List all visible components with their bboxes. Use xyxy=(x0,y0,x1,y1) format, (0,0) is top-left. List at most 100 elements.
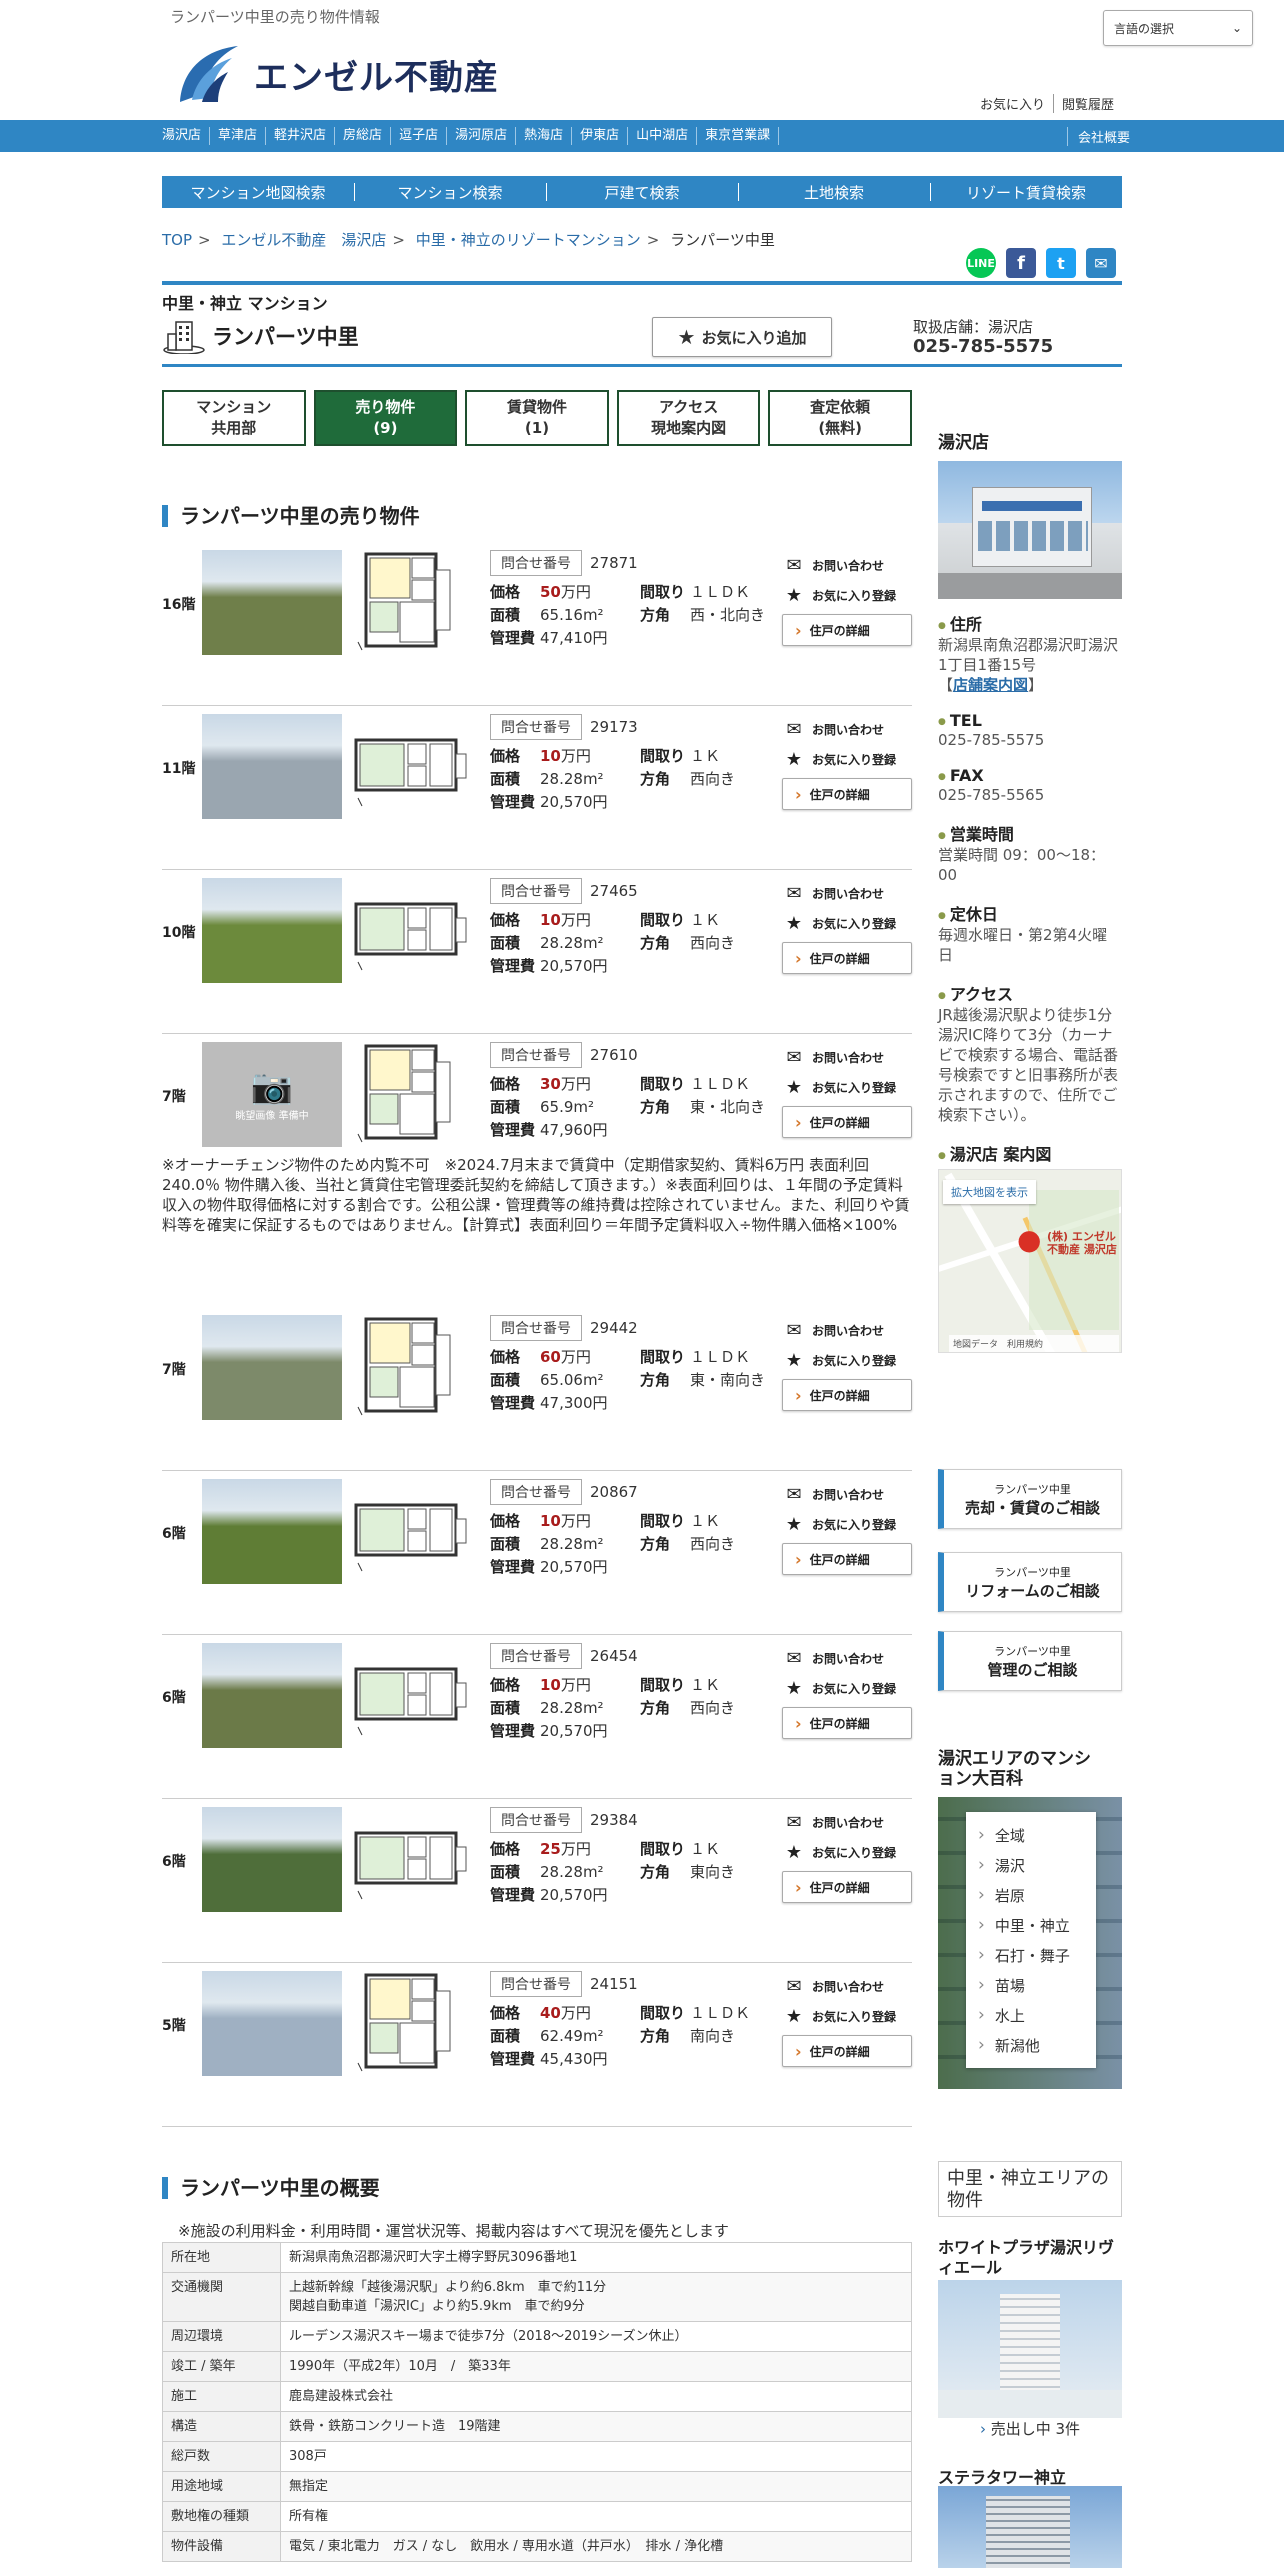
view-photo[interactable] xyxy=(202,714,342,819)
area-link[interactable]: 全域 xyxy=(978,1820,1084,1850)
favorite-register-button[interactable]: ★ お気に入り登録 xyxy=(782,908,912,938)
view-photo[interactable] xyxy=(202,550,342,655)
breadcrumb-link[interactable]: エンゼル不動産 湯沢店 xyxy=(221,231,386,249)
favorite-register-button[interactable]: ★ お気に入り登録 xyxy=(782,1673,912,1703)
area-link[interactable]: 湯沢 xyxy=(978,1850,1084,1880)
site-logo[interactable]: エンゼル不動産 xyxy=(172,42,499,106)
area-link[interactable]: 新潟他 xyxy=(978,2030,1084,2060)
favorites-link[interactable]: お気に入り xyxy=(972,94,1053,113)
nav-store[interactable]: 山中湖店 xyxy=(628,127,698,145)
area-link[interactable]: 岩原 xyxy=(978,1880,1084,1910)
area-label: 面積 xyxy=(490,2027,521,2045)
unit-detail-button[interactable]: 住戸の詳細 xyxy=(782,1871,912,1903)
mail-share-icon[interactable]: ✉ xyxy=(1086,248,1116,278)
contact-button[interactable]: ✉ お問い合わせ xyxy=(782,714,912,744)
area-link[interactable]: 中里・神立 xyxy=(978,1910,1084,1940)
floor-plan-image[interactable] xyxy=(352,1479,470,1584)
view-photo[interactable] xyxy=(202,1643,342,1748)
unit-detail-button[interactable]: 住戸の詳細 xyxy=(782,2035,912,2067)
line-share-icon[interactable]: LINE xyxy=(966,248,996,278)
nearby-property-sale-count[interactable]: › 売出し中 3件 xyxy=(938,2418,1122,2439)
nav-store[interactable]: 東京営業課 xyxy=(697,127,780,145)
unit-detail-button[interactable]: 住戸の詳細 xyxy=(782,778,912,810)
nav-store[interactable]: 逗子店 xyxy=(391,127,448,145)
tab-appraisal[interactable]: 査定依頼 (無料) xyxy=(768,390,912,446)
favorite-register-button[interactable]: ★ お気に入り登録 xyxy=(782,2001,912,2031)
map-expand-link[interactable]: 拡大地図を表示 xyxy=(943,1180,1036,1204)
nav-store[interactable]: 湯河原店 xyxy=(447,127,517,145)
search-menu-item[interactable]: マンション検索 xyxy=(354,176,546,208)
company-link[interactable]: 会社概要 xyxy=(1066,126,1130,146)
unit-detail-button[interactable]: 住戸の詳細 xyxy=(782,1106,912,1138)
search-menu-item[interactable]: リゾート賃貸検索 xyxy=(930,176,1122,208)
view-photo[interactable]: 📷 眺望画像 準備中 xyxy=(202,1042,342,1147)
area-link[interactable]: 石打・舞子 xyxy=(978,1940,1084,1970)
nav-store[interactable]: 軽井沢店 xyxy=(266,127,336,145)
tel-value[interactable]: 025-785-5575 xyxy=(938,730,1122,750)
tab-access[interactable]: アクセス 現地案内図 xyxy=(616,390,761,446)
nearby-property-photo[interactable] xyxy=(938,2280,1122,2418)
contact-button[interactable]: ✉ お問い合わせ xyxy=(782,1971,912,2001)
tab-for-rent[interactable]: 賃貸物件 (1) xyxy=(465,390,609,446)
unit-detail-button[interactable]: 住戸の詳細 xyxy=(782,614,912,646)
breadcrumb-link[interactable]: TOP xyxy=(162,231,192,249)
contact-button[interactable]: ✉ お問い合わせ xyxy=(782,1315,912,1345)
nearby-property-photo[interactable] xyxy=(938,2486,1122,2568)
contact-button[interactable]: ✉ お問い合わせ xyxy=(782,1807,912,1837)
floor-plan-image[interactable] xyxy=(352,878,470,983)
contact-button[interactable]: ✉ お問い合わせ xyxy=(782,550,912,580)
reform-consult-button[interactable]: ランパーツ中里 リフォームのご相談 xyxy=(938,1552,1122,1612)
search-menu-item[interactable]: 土地検索 xyxy=(738,176,930,208)
area-link[interactable]: 水上 xyxy=(978,2000,1084,2030)
store-map-link[interactable]: 店舗案内図 xyxy=(953,676,1028,694)
contact-button[interactable]: ✉ お問い合わせ xyxy=(782,1042,912,1072)
nav-store[interactable]: 房総店 xyxy=(335,127,392,145)
tab-for-sale[interactable]: 売り物件 (9) xyxy=(313,390,458,446)
favorite-register-button[interactable]: ★ お気に入り登録 xyxy=(782,744,912,774)
tab-common-area[interactable]: マンション 共用部 xyxy=(162,390,306,446)
store-map[interactable]: 拡大地図を表示 ● (株) エンゼル不動産 湯沢店 地図データ 利用規約 xyxy=(938,1169,1122,1353)
view-photo[interactable] xyxy=(202,1971,342,2076)
language-select[interactable]: 言語の選択 ⌄ xyxy=(1103,10,1253,46)
unit-detail-button[interactable]: 住戸の詳細 xyxy=(782,1379,912,1411)
favorite-register-button[interactable]: ★ お気に入り登録 xyxy=(782,1072,912,1102)
view-photo[interactable] xyxy=(202,1479,342,1584)
facebook-share-icon[interactable]: f xyxy=(1006,248,1036,278)
history-link[interactable]: 閲覧履歴 xyxy=(1052,94,1122,113)
floor-plan-image[interactable] xyxy=(352,714,470,819)
favorite-register-button[interactable]: ★ お気に入り登録 xyxy=(782,1509,912,1539)
nav-store[interactable]: 熱海店 xyxy=(516,127,573,145)
search-menu-item[interactable]: 戸建て検索 xyxy=(546,176,738,208)
floor-plan-image[interactable] xyxy=(352,550,470,655)
twitter-share-icon[interactable]: t xyxy=(1046,248,1076,278)
sell-rent-consult-button[interactable]: ランパーツ中里 売却・賃貸のご相談 xyxy=(938,1469,1122,1529)
area-link[interactable]: 苗場 xyxy=(978,1970,1084,2000)
management-consult-button[interactable]: ランパーツ中里 管理のご相談 xyxy=(938,1631,1122,1691)
view-photo[interactable] xyxy=(202,878,342,983)
nearby-property-name[interactable]: ホワイトプラザ湯沢リヴィエール xyxy=(938,2238,1122,2278)
breadcrumb-link[interactable]: 中里・神立のリゾートマンション xyxy=(416,231,641,249)
add-favorite-button[interactable]: ★ お気に入り追加 xyxy=(652,317,832,357)
floor-plan-image[interactable] xyxy=(352,1807,470,1912)
favorite-register-button[interactable]: ★ お気に入り登録 xyxy=(782,1345,912,1375)
view-photo[interactable] xyxy=(202,1315,342,1420)
contact-button[interactable]: ✉ お問い合わせ xyxy=(782,878,912,908)
favorite-register-button[interactable]: ★ お気に入り登録 xyxy=(782,1837,912,1867)
nav-store[interactable]: 草津店 xyxy=(210,127,267,145)
view-photo[interactable] xyxy=(202,1807,342,1912)
nav-store[interactable]: 湯沢店 xyxy=(154,127,211,145)
floor-plan-image[interactable] xyxy=(352,1315,470,1420)
floor-plan-image[interactable] xyxy=(352,1042,470,1147)
store-tel[interactable]: 025-785-5575 xyxy=(913,337,1053,356)
unit-detail-button[interactable]: 住戸の詳細 xyxy=(782,1707,912,1739)
floor-plan-image[interactable] xyxy=(352,1971,470,2076)
floor-plan-image[interactable] xyxy=(352,1643,470,1748)
search-menu-item[interactable]: マンション地図検索 xyxy=(162,176,354,208)
favorite-register-button[interactable]: ★ お気に入り登録 xyxy=(782,580,912,610)
nav-store[interactable]: 伊東店 xyxy=(572,127,629,145)
nearby-property-name[interactable]: ステラタワー神立 xyxy=(938,2464,1122,2488)
contact-button[interactable]: ✉ お問い合わせ xyxy=(782,1643,912,1673)
unit-detail-button[interactable]: 住戸の詳細 xyxy=(782,1543,912,1575)
contact-button[interactable]: ✉ お問い合わせ xyxy=(782,1479,912,1509)
unit-detail-button[interactable]: 住戸の詳細 xyxy=(782,942,912,974)
